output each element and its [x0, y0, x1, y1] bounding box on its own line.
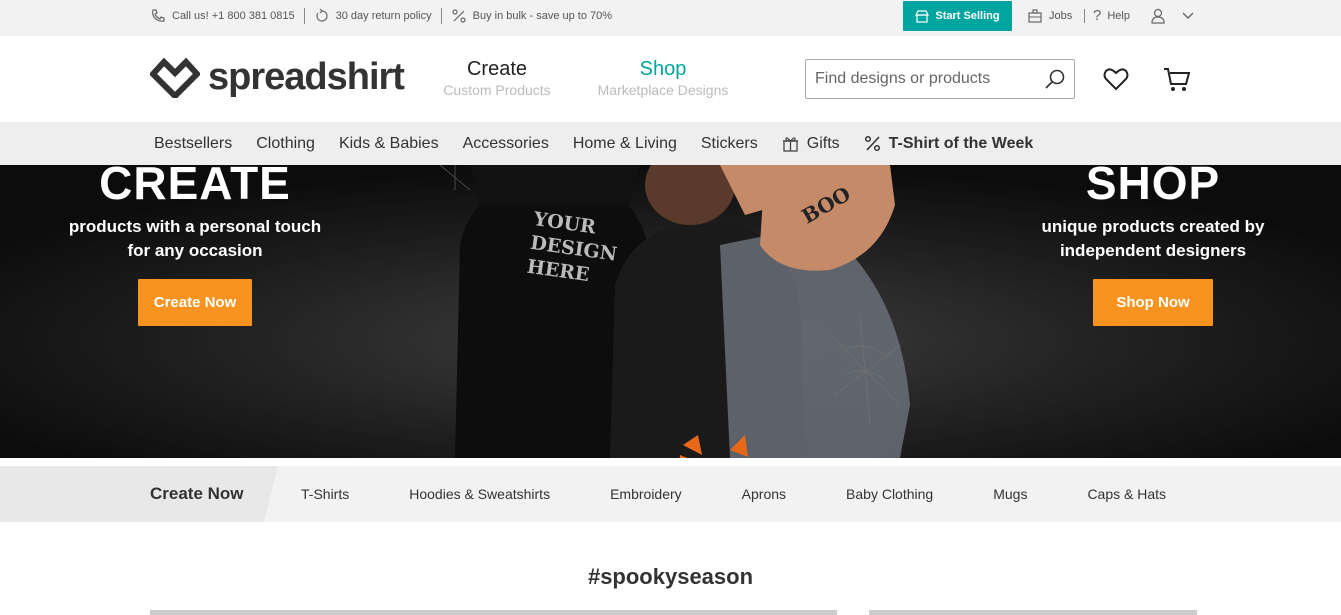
gift-icon: [782, 137, 798, 152]
promo-tile-left[interactable]: [150, 610, 837, 615]
bulk-info[interactable]: Buy in bulk - save up to 70%: [451, 8, 612, 24]
percent-icon: [864, 135, 880, 152]
help-icon: ?: [1093, 7, 1102, 24]
strip-link-tshirts[interactable]: T-Shirts: [301, 486, 349, 502]
chevron-down-icon[interactable]: [1181, 9, 1195, 23]
strip-link-hoodies[interactable]: Hoodies & Sweatshirts: [409, 486, 550, 502]
logo[interactable]: spreadshirt: [150, 56, 405, 98]
spreadshirt-logo-icon: [150, 57, 200, 98]
start-selling-button[interactable]: Start Selling: [903, 1, 1012, 31]
divider: [303, 7, 305, 24]
hero-shop-sub: unique products created by independent d…: [1003, 215, 1303, 263]
percent-icon: [452, 8, 466, 23]
utility-bar: Call us! +1 800 381 0815 30 day return p…: [0, 0, 1341, 36]
promo-tile-right[interactable]: [869, 610, 1197, 615]
create-now-strip: Create Now T-Shirts Hoodies & Sweatshirt…: [0, 466, 1341, 522]
section-title: #spookyseason: [587, 564, 754, 589]
hero-create-title: CREATE: [99, 165, 291, 209]
category-nav: Bestsellers Clothing Kids & Babies Acces…: [0, 122, 1341, 165]
nav-create[interactable]: Create Custom Products: [440, 58, 554, 100]
search-box: [805, 59, 1075, 99]
strip-link-caps-hats[interactable]: Caps & Hats: [1087, 486, 1166, 502]
nav-shop-sub: Marketplace Designs: [597, 82, 729, 98]
nav-create-sub: Custom Products: [443, 82, 551, 98]
briefcase-icon: [1028, 8, 1042, 23]
search-button[interactable]: [1036, 60, 1074, 98]
hero-shop-sub-line1: unique products created by: [1041, 217, 1265, 236]
phone-icon: [152, 8, 165, 22]
category-tshirt-of-week[interactable]: T-Shirt of the Week: [864, 134, 1034, 153]
bulk-text: Buy in bulk - save up to 70%: [472, 9, 613, 22]
category-home-living[interactable]: Home & Living: [573, 135, 677, 153]
cart-icon[interactable]: [1163, 67, 1191, 93]
jobs-label: Jobs: [1049, 9, 1073, 22]
return-icon: [316, 8, 328, 22]
start-selling-label: Start Selling: [935, 10, 1000, 22]
strip-link-aprons[interactable]: Aprons: [742, 486, 786, 502]
help-label: Help: [1107, 9, 1130, 22]
hero-create-panel: CREATE products with a personal touch fo…: [40, 165, 350, 326]
user-icon[interactable]: [1150, 7, 1166, 25]
utility-links: Call us! +1 800 381 0815 30 day return p…: [150, 0, 612, 31]
hero-create-sub-line1: products with a personal touch: [68, 217, 322, 236]
hero-create-sub-line2: for any occasion: [127, 241, 263, 260]
category-bestsellers[interactable]: Bestsellers: [154, 135, 232, 153]
shirt-print-text: YOUR DESIGN HERE: [525, 208, 619, 287]
category-gifts-label: Gifts: [806, 134, 840, 152]
category-stickers[interactable]: Stickers: [701, 135, 758, 153]
phone-info[interactable]: Call us! +1 800 381 0815: [150, 8, 295, 24]
returns-text: 30 day return policy: [335, 9, 432, 22]
main-header: spreadshirt Create Custom Products Shop …: [0, 36, 1341, 122]
strip-links: T-Shirts Hoodies & Sweatshirts Embroider…: [301, 466, 1226, 522]
shop-now-button[interactable]: Shop Now: [1093, 279, 1213, 326]
nav-shop[interactable]: Shop Marketplace Designs: [594, 58, 732, 100]
hero-shop-title: SHOP: [1085, 165, 1221, 209]
search-input[interactable]: [806, 61, 1036, 97]
returns-info[interactable]: 30 day return policy: [314, 8, 432, 24]
search-icon: [1045, 69, 1065, 89]
wishlist-heart-icon[interactable]: [1103, 67, 1129, 91]
jobs-link[interactable]: Jobs: [1027, 0, 1072, 31]
hero-banner: YOUR DESIGN HERE BOO CREATE products wit…: [0, 165, 1341, 458]
divider: [1084, 9, 1085, 23]
divider: [440, 7, 442, 24]
nav-shop-label: Shop: [639, 58, 687, 80]
strip-label[interactable]: Create Now: [150, 466, 244, 522]
help-link[interactable]: ? Help: [1093, 0, 1130, 31]
category-list: Bestsellers Clothing Kids & Babies Acces…: [154, 122, 1057, 165]
strip-link-mugs[interactable]: Mugs: [993, 486, 1027, 502]
create-now-button[interactable]: Create Now: [137, 279, 253, 326]
hero-shop-sub-line2: independent designers: [1059, 241, 1247, 260]
hero-shop-panel: SHOP unique products created by independ…: [1003, 165, 1303, 326]
shop-icon: [915, 10, 930, 23]
strip-link-embroidery[interactable]: Embroidery: [610, 486, 682, 502]
strip-link-baby-clothing[interactable]: Baby Clothing: [846, 486, 933, 502]
logo-text: spreadshirt: [208, 56, 405, 98]
category-tshirt-of-week-label: T-Shirt of the Week: [888, 134, 1034, 152]
category-accessories[interactable]: Accessories: [463, 135, 549, 153]
category-clothing[interactable]: Clothing: [256, 135, 315, 153]
category-gifts[interactable]: Gifts: [782, 135, 840, 153]
nav-create-label: Create: [466, 58, 528, 80]
category-kids-babies[interactable]: Kids & Babies: [339, 135, 439, 153]
hero-create-sub: products with a personal touch for any o…: [40, 215, 350, 263]
phone-text: Call us! +1 800 381 0815: [172, 9, 295, 22]
